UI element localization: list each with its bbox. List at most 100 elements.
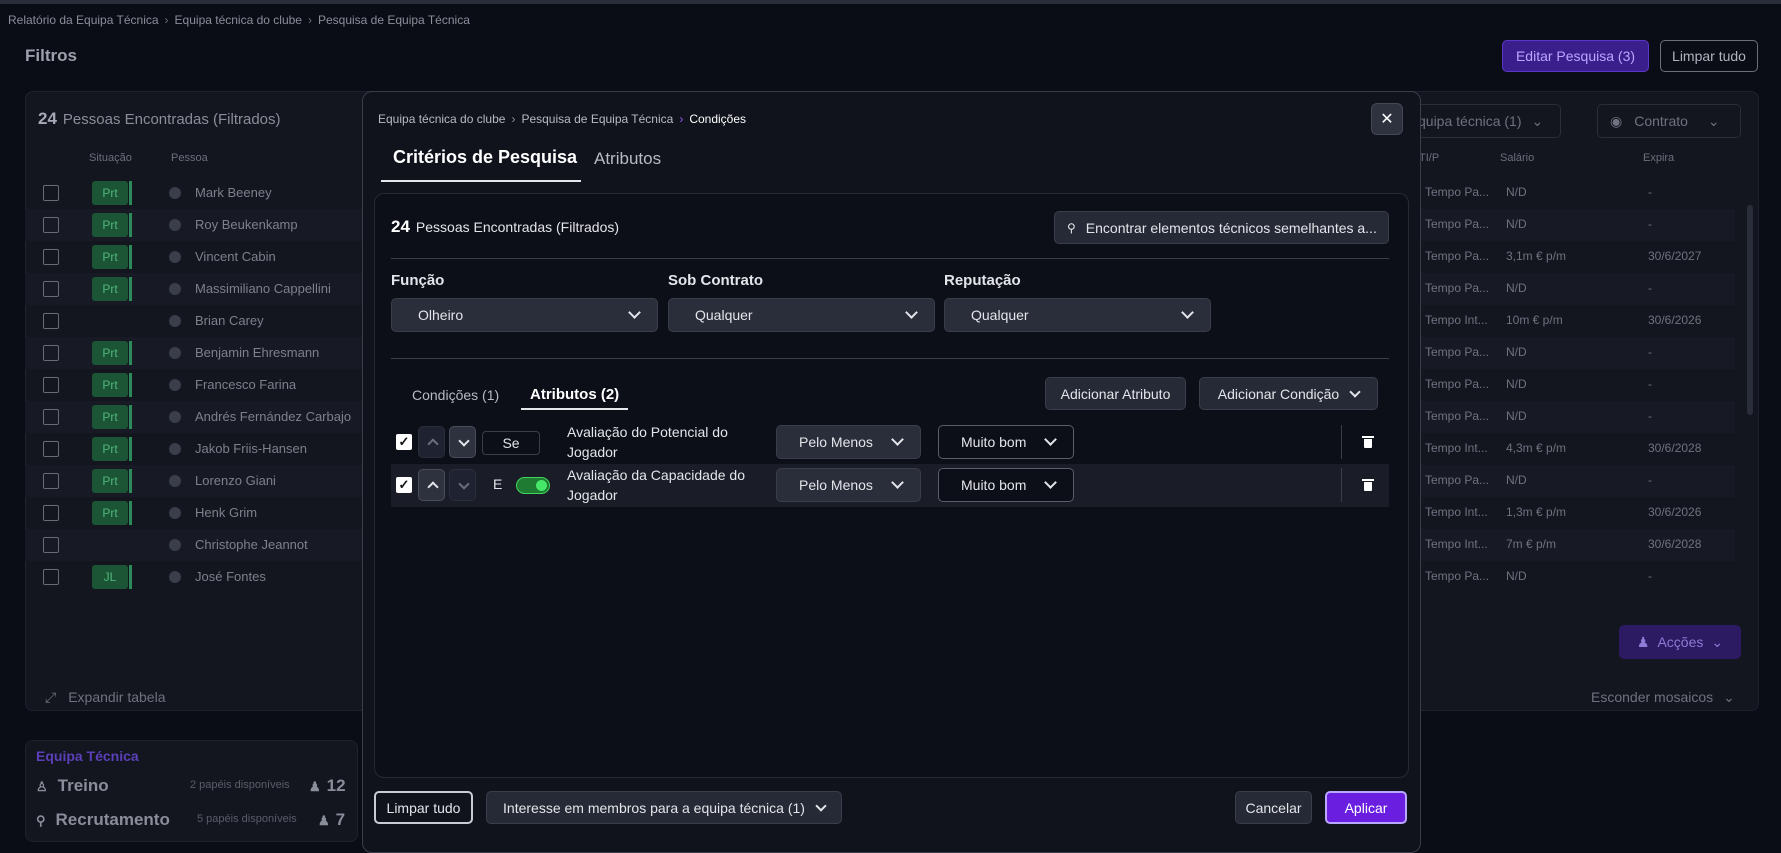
staff-interest-dropdown[interactable]: Interesse em membros para a equipa técni… xyxy=(486,791,842,824)
chevron-down-icon xyxy=(891,476,904,489)
clear-all-modal-button[interactable]: Limpar tudo xyxy=(374,791,473,824)
actions-button[interactable]: ♟ Acções ⌄ xyxy=(1619,625,1741,659)
move-up-button[interactable] xyxy=(418,469,445,501)
expand-table-button[interactable]: ⤢ Expandir tabela xyxy=(45,689,166,706)
row-checkbox[interactable] xyxy=(43,537,59,553)
close-icon: ✕ xyxy=(1380,111,1394,128)
find-similar-button[interactable]: ⚲ Encontrar elementos técnicos semelhante… xyxy=(1054,211,1389,244)
person-name[interactable]: Andrés Fernández Carbajo xyxy=(195,409,351,424)
status-badge: Prt xyxy=(92,245,128,269)
value-select[interactable]: Muito bom xyxy=(938,425,1074,459)
condition-checkbox[interactable]: ✓ xyxy=(396,434,412,450)
person-name[interactable]: Francesco Farina xyxy=(195,377,296,392)
row-checkbox[interactable] xyxy=(43,185,59,201)
row-checkbox[interactable] xyxy=(43,409,59,425)
training-row[interactable]: ♙ Treino xyxy=(36,776,109,796)
move-up-button[interactable] xyxy=(418,426,445,458)
row-checkbox[interactable] xyxy=(43,473,59,489)
person-name[interactable]: Jakob Friis-Hansen xyxy=(195,441,307,456)
person-name[interactable]: Vincent Cabin xyxy=(195,249,276,264)
condition-checkbox[interactable]: ✓ xyxy=(396,477,412,493)
staff-filter-dropdown[interactable]: quipa técnica (1) ⌄ xyxy=(1405,104,1561,138)
search-icon: ⚲ xyxy=(36,813,46,828)
column-header-salary[interactable]: Salário xyxy=(1500,152,1534,164)
column-header-situation[interactable]: Situação xyxy=(89,152,132,164)
person-name[interactable]: Mark Beeney xyxy=(195,185,272,200)
person-name[interactable]: Christophe Jeannot xyxy=(195,537,308,552)
trash-icon[interactable] xyxy=(1362,436,1374,448)
row-checkbox[interactable] xyxy=(43,217,59,233)
recruitment-count-number: 7 xyxy=(335,810,346,829)
modal-results-count-number: 24 xyxy=(391,217,410,236)
person-name[interactable]: Lorenzo Giani xyxy=(195,473,276,488)
contract-select[interactable]: Qualquer xyxy=(668,298,935,332)
trash-icon[interactable] xyxy=(1362,479,1374,491)
hide-tiles-label: Esconder mosaicos xyxy=(1591,689,1714,705)
results-count-label: Pessoas Encontradas (Filtrados) xyxy=(62,111,281,128)
attribute-name: Avaliação do Potencial do Jogador xyxy=(567,424,728,460)
breadcrumb-item[interactable]: Equipa técnica do clube xyxy=(175,13,302,27)
tab-search-criteria[interactable]: Critérios de Pesquisa xyxy=(393,147,577,168)
avatar xyxy=(169,379,181,391)
move-down-button[interactable] xyxy=(449,469,476,501)
hide-tiles-button[interactable]: Esconder mosaicos ⌄ xyxy=(1591,689,1735,706)
person-name[interactable]: José Fontes xyxy=(195,569,266,584)
breadcrumb-item[interactable]: Relatório da Equipa Técnica xyxy=(8,13,159,27)
salary: 10m € p/m xyxy=(1506,313,1563,327)
comparison-select[interactable]: Pelo Menos xyxy=(776,425,921,459)
value-select[interactable]: Muito bom xyxy=(938,468,1074,502)
close-button[interactable]: ✕ xyxy=(1371,103,1403,135)
row-checkbox[interactable] xyxy=(43,249,59,265)
avatar xyxy=(169,315,181,327)
move-down-button[interactable] xyxy=(449,426,476,458)
comparison-select[interactable]: Pelo Menos xyxy=(776,468,921,502)
avatar xyxy=(169,571,181,583)
expiry-date: 30/6/2027 xyxy=(1648,249,1702,263)
breadcrumb-item[interactable]: Equipa técnica do clube xyxy=(378,112,505,126)
row-checkbox[interactable] xyxy=(43,377,59,393)
status-badge: Prt xyxy=(92,469,128,493)
person-name[interactable]: Brian Carey xyxy=(195,313,264,328)
column-header-type[interactable]: TI/P xyxy=(1419,152,1439,164)
apply-button[interactable]: Aplicar xyxy=(1325,791,1407,824)
condition-toggle[interactable] xyxy=(516,477,550,494)
chevron-down-icon xyxy=(1181,306,1194,319)
modal-results-count: 24 Pessoas Encontradas (Filtrados) xyxy=(391,217,619,237)
avatar xyxy=(169,475,181,487)
recruitment-sub: 5 papéis disponíveis xyxy=(197,813,297,825)
contract-type: Tempo Int... xyxy=(1425,313,1488,327)
add-attribute-button[interactable]: Adicionar Atributo xyxy=(1045,377,1186,410)
table-scrollbar[interactable] xyxy=(1747,205,1753,415)
subtab-conditions[interactable]: Condições (1) xyxy=(412,387,499,403)
status-bar xyxy=(129,501,132,525)
recruitment-row[interactable]: ⚲ Recrutamento xyxy=(36,810,170,830)
status-badge: Prt xyxy=(92,501,128,525)
column-header-person[interactable]: Pessoa xyxy=(171,152,208,164)
clear-all-button[interactable]: Limpar tudo xyxy=(1660,40,1758,72)
column-header-expiry[interactable]: Expira xyxy=(1643,152,1674,164)
training-icon: ♙ xyxy=(36,779,48,794)
tab-attributes[interactable]: Atributos xyxy=(594,149,661,169)
person-name[interactable]: Roy Beukenkamp xyxy=(195,217,298,232)
row-checkbox[interactable] xyxy=(43,505,59,521)
contract-filter-dropdown[interactable]: ◉ Contrato ⌄ xyxy=(1597,104,1741,138)
person-name[interactable]: Massimiliano Cappellini xyxy=(195,281,331,296)
row-checkbox[interactable] xyxy=(43,281,59,297)
person-name[interactable]: Benjamin Ehresmann xyxy=(195,345,319,360)
breadcrumb-item[interactable]: Pesquisa de Equipa Técnica xyxy=(521,112,673,126)
edit-search-button[interactable]: Editar Pesquisa (3) xyxy=(1502,40,1649,72)
row-checkbox[interactable] xyxy=(43,313,59,329)
logic-operator[interactable]: Se xyxy=(482,431,540,455)
role-select[interactable]: Olheiro xyxy=(391,298,658,332)
active-tab-indicator xyxy=(381,180,581,182)
subtab-attributes[interactable]: Atributos (2) xyxy=(530,386,619,403)
person-name[interactable]: Henk Grim xyxy=(195,505,257,520)
row-checkbox[interactable] xyxy=(43,441,59,457)
row-checkbox[interactable] xyxy=(43,569,59,585)
value-select-value: Muito bom xyxy=(961,434,1027,450)
reputation-select[interactable]: Qualquer xyxy=(944,298,1211,332)
training-label: Treino xyxy=(57,776,109,795)
row-checkbox[interactable] xyxy=(43,345,59,361)
cancel-button[interactable]: Cancelar xyxy=(1235,791,1312,824)
add-condition-button[interactable]: Adicionar Condição xyxy=(1199,377,1378,410)
